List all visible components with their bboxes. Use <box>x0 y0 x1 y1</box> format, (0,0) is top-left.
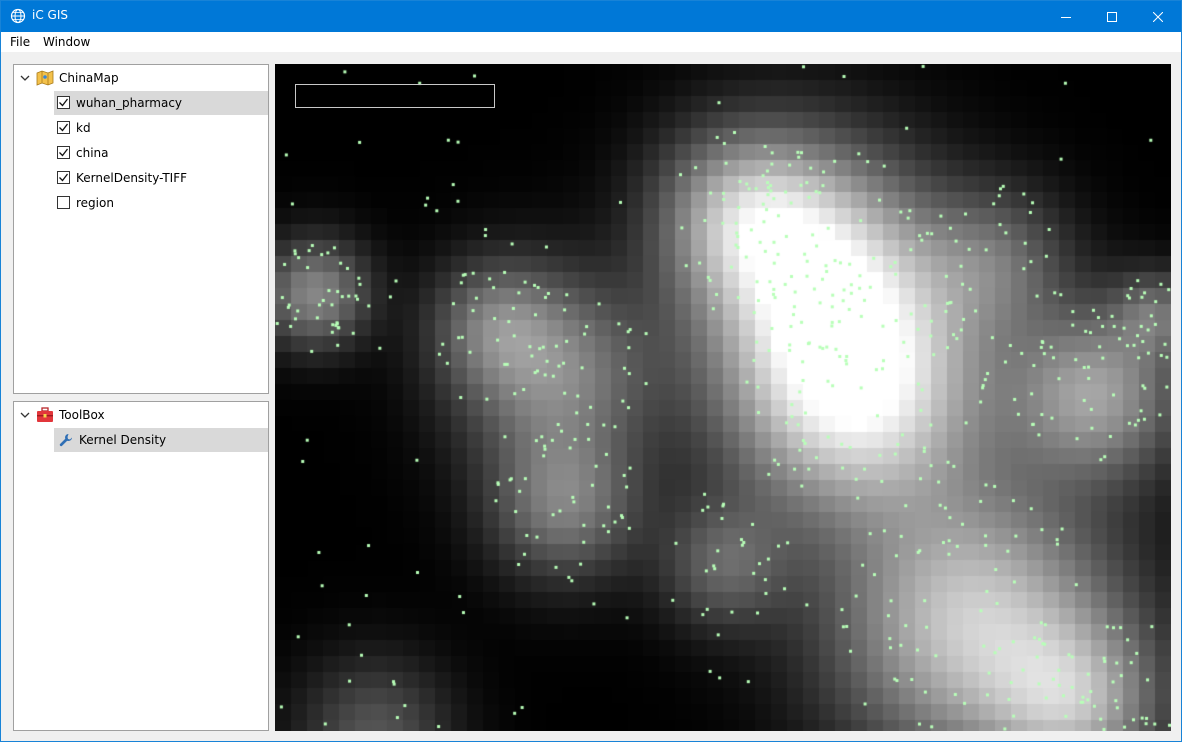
checkmark-icon <box>59 123 68 132</box>
layer-checkbox[interactable] <box>57 96 70 109</box>
close-button[interactable] <box>1135 1 1181 32</box>
maximize-button[interactable] <box>1089 1 1135 32</box>
menu-file[interactable]: File <box>10 35 30 49</box>
toolbox-icon <box>36 407 54 426</box>
layer-checkbox[interactable] <box>57 121 70 134</box>
layer-label: china <box>76 146 109 160</box>
layer-label: wuhan_pharmacy <box>76 96 183 110</box>
minimize-icon <box>1061 16 1071 18</box>
checkmark-icon <box>59 173 68 182</box>
map-icon <box>36 70 54 89</box>
checkmark-icon <box>59 98 68 107</box>
kernel-density-raster <box>275 64 1171 731</box>
close-icon <box>1153 11 1163 22</box>
chevron-down-icon[interactable] <box>20 73 30 83</box>
layer-group-label: ChinaMap <box>59 71 119 85</box>
layer-label: kd <box>76 121 91 135</box>
map-canvas[interactable] <box>275 64 1171 731</box>
layer-item-region[interactable]: region <box>14 191 268 215</box>
tool-kernel-density[interactable]: Kernel Density <box>14 428 268 452</box>
tool-label: Kernel Density <box>79 433 167 447</box>
layer-group-chinamap[interactable]: ChinaMap <box>14 66 268 90</box>
maximize-icon <box>1107 11 1117 22</box>
layer-item-wuhan-pharmacy[interactable]: wuhan_pharmacy <box>14 91 268 115</box>
checkmark-icon <box>59 148 68 157</box>
layer-label: region <box>76 196 114 210</box>
layer-label: KernelDensity-TIFF <box>76 171 188 185</box>
title-bar[interactable]: iC GIS <box>1 1 1181 32</box>
toolbox-group[interactable]: ToolBox <box>14 403 268 427</box>
window-title: iC GIS <box>32 8 68 22</box>
menu-bar: File Window <box>1 32 1181 52</box>
layer-checkbox[interactable] <box>57 146 70 159</box>
layer-item-china[interactable]: china <box>14 141 268 165</box>
layer-item-kd[interactable]: kd <box>14 116 268 140</box>
layers-panel: ChinaMap wuhan_pharmacy kd china KernelD… <box>13 64 269 394</box>
minimize-button[interactable] <box>1043 1 1089 32</box>
layer-item-kerneldensity-tiff[interactable]: KernelDensity-TIFF <box>14 166 268 190</box>
layer-checkbox[interactable] <box>57 171 70 184</box>
toolbox-group-label: ToolBox <box>59 408 105 422</box>
map-search-input[interactable] <box>295 84 495 108</box>
toolbox-panel: ToolBox Kernel Density <box>13 401 269 731</box>
app-window: iC GIS File Window ChinaMap wuhan_pharma… <box>0 0 1182 742</box>
layer-checkbox[interactable] <box>57 196 70 209</box>
menu-window[interactable]: Window <box>43 35 90 49</box>
globe-icon <box>10 8 26 24</box>
chevron-down-icon[interactable] <box>20 410 30 420</box>
wrench-icon <box>59 433 73 450</box>
